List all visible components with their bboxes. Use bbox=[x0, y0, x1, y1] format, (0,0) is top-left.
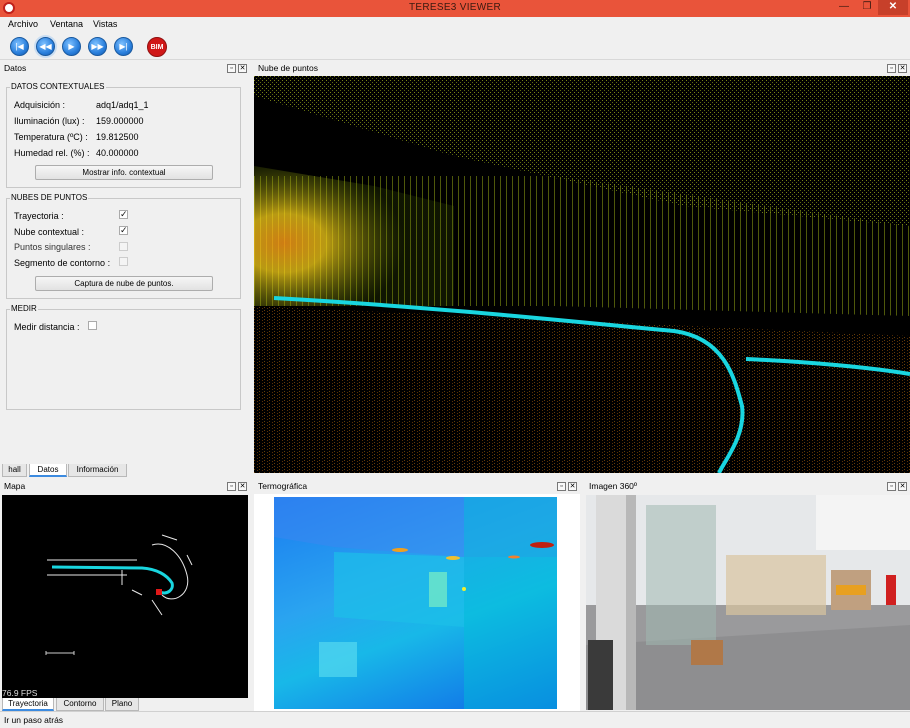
close-button[interactable]: ✕ bbox=[878, 0, 908, 15]
last-step-button[interactable]: ▶| bbox=[114, 37, 133, 56]
humedad-label: Humedad rel. (%) : bbox=[14, 148, 90, 158]
thermal-image[interactable] bbox=[274, 497, 557, 709]
segmento-contorno-label: Segmento de contorno : bbox=[14, 258, 111, 268]
minimize-button[interactable]: — bbox=[832, 0, 856, 15]
thermal-render bbox=[274, 497, 557, 709]
close-panel-icon[interactable]: ✕ bbox=[568, 482, 577, 491]
current-position-marker bbox=[156, 589, 162, 595]
tab-informacion[interactable]: Información bbox=[68, 464, 127, 477]
play-icon: ▶ bbox=[68, 42, 75, 51]
title-bar: TERESE3 VIEWER — ❐ ✕ bbox=[0, 0, 910, 17]
skip-forward-icon: ▶| bbox=[119, 42, 128, 51]
tab-datos[interactable]: Datos bbox=[29, 464, 67, 477]
mostrar-info-button[interactable]: Mostrar info. contextual bbox=[35, 165, 213, 180]
fps-counter: 76.9 FPS bbox=[2, 688, 38, 698]
imagen-dock-controls: ▫ ✕ bbox=[885, 481, 907, 491]
nubes-heading: NUBES DE PUNTOS bbox=[10, 193, 89, 202]
tab-hall[interactable]: hall bbox=[2, 464, 27, 477]
fast-forward-icon: ▶▶ bbox=[91, 42, 104, 51]
puntos-singulares-label: Puntos singulares : bbox=[14, 242, 91, 252]
temperatura-value: 19.812500 bbox=[96, 132, 139, 142]
mapa-tabs: Trayectoria Contorno Plano bbox=[0, 698, 250, 711]
window-title: TERESE3 VIEWER bbox=[409, 2, 501, 13]
datos-panel-title: Datos bbox=[4, 63, 27, 73]
point-cloud-render bbox=[254, 76, 910, 473]
skip-back-icon: |◀ bbox=[15, 42, 24, 51]
adquisicion-label: Adquisición : bbox=[14, 100, 66, 110]
segmento-contorno-checkbox[interactable] bbox=[119, 257, 128, 266]
maximize-button[interactable]: ❐ bbox=[856, 0, 878, 15]
bim-button[interactable]: BIM bbox=[147, 37, 167, 57]
medir-distancia-label: Medir distancia : bbox=[14, 322, 80, 332]
iluminacion-value: 159.000000 bbox=[96, 116, 144, 126]
status-bar: Ir un paso atrás bbox=[0, 711, 910, 728]
tab-trayectoria[interactable]: Trayectoria bbox=[2, 698, 54, 711]
float-icon[interactable]: ▫ bbox=[887, 64, 896, 73]
float-icon[interactable]: ▫ bbox=[557, 482, 566, 491]
rewind-icon: ◀◀ bbox=[39, 42, 52, 51]
menu-vistas[interactable]: Vistas bbox=[93, 19, 117, 29]
toolbar: |◀ ◀◀ ▶ ▶▶ ▶| bbox=[0, 33, 910, 60]
captura-nube-button[interactable]: Captura de nube de puntos. bbox=[35, 276, 213, 291]
nube-dock-controls: ▫ ✕ bbox=[885, 63, 907, 73]
imagen-panel-title: Imagen 360º bbox=[589, 481, 637, 491]
menu-bar: Archivo Ventana Vistas bbox=[0, 17, 910, 33]
tab-contorno[interactable]: Contorno bbox=[56, 698, 104, 711]
nube-contextual-label: Nube contextual : bbox=[14, 227, 85, 237]
humedad-value: 40.000000 bbox=[96, 148, 139, 158]
close-panel-icon[interactable]: ✕ bbox=[238, 64, 247, 73]
menu-archivo[interactable]: Archivo bbox=[8, 19, 38, 29]
map-render bbox=[45, 534, 193, 655]
mapa-panel-title: Mapa bbox=[4, 481, 26, 491]
step-forward-button[interactable]: ▶▶ bbox=[88, 37, 107, 56]
play-button[interactable]: ▶ bbox=[62, 37, 81, 56]
nube-panel-title: Nube de puntos bbox=[258, 63, 319, 73]
map-trajectory bbox=[51, 565, 174, 595]
datos-tabs: hall Datos Información bbox=[0, 464, 250, 477]
iluminacion-label: Iluminación (lux) : bbox=[14, 116, 85, 126]
point-cloud-view[interactable] bbox=[254, 76, 910, 473]
step-back-button[interactable]: ◀◀ bbox=[36, 37, 55, 56]
nube-contextual-checkbox[interactable]: ✓ bbox=[119, 226, 128, 235]
menu-ventana[interactable]: Ventana bbox=[50, 19, 83, 29]
medir-distancia-checkbox[interactable] bbox=[88, 321, 97, 330]
status-text: Ir un paso atrás bbox=[4, 715, 64, 725]
contextual-heading: DATOS CONTEXTUALES bbox=[10, 82, 106, 91]
trayectoria-label: Trayectoria : bbox=[14, 211, 64, 221]
close-panel-icon[interactable]: ✕ bbox=[898, 64, 907, 73]
termo-panel-title: Termográfica bbox=[258, 481, 308, 491]
map-walls bbox=[47, 534, 193, 616]
mapa-dock-controls: ▫ ✕ bbox=[225, 481, 247, 491]
floor-points bbox=[254, 306, 910, 473]
medir-heading: MEDIR bbox=[10, 304, 38, 313]
float-icon[interactable]: ▫ bbox=[887, 482, 896, 491]
close-panel-icon[interactable]: ✕ bbox=[238, 482, 247, 491]
adquisicion-value: adq1/adq1_1 bbox=[96, 100, 149, 110]
tab-plano[interactable]: Plano bbox=[105, 698, 139, 711]
map-view[interactable] bbox=[2, 495, 248, 698]
termo-dock-controls: ▫ ✕ bbox=[555, 481, 577, 491]
temperatura-label: Temperatura (ºC) : bbox=[14, 132, 88, 142]
trayectoria-checkbox[interactable]: ✓ bbox=[119, 210, 128, 219]
scale-bar bbox=[45, 651, 75, 655]
panorama-render bbox=[586, 495, 910, 710]
first-step-button[interactable]: |◀ bbox=[10, 37, 29, 56]
float-icon[interactable]: ▫ bbox=[227, 482, 236, 491]
float-icon[interactable]: ▫ bbox=[227, 64, 236, 73]
panorama-view[interactable] bbox=[586, 495, 910, 710]
datos-dock-controls: ▫ ✕ bbox=[225, 63, 247, 73]
puntos-singulares-checkbox[interactable] bbox=[119, 242, 128, 251]
close-panel-icon[interactable]: ✕ bbox=[898, 482, 907, 491]
